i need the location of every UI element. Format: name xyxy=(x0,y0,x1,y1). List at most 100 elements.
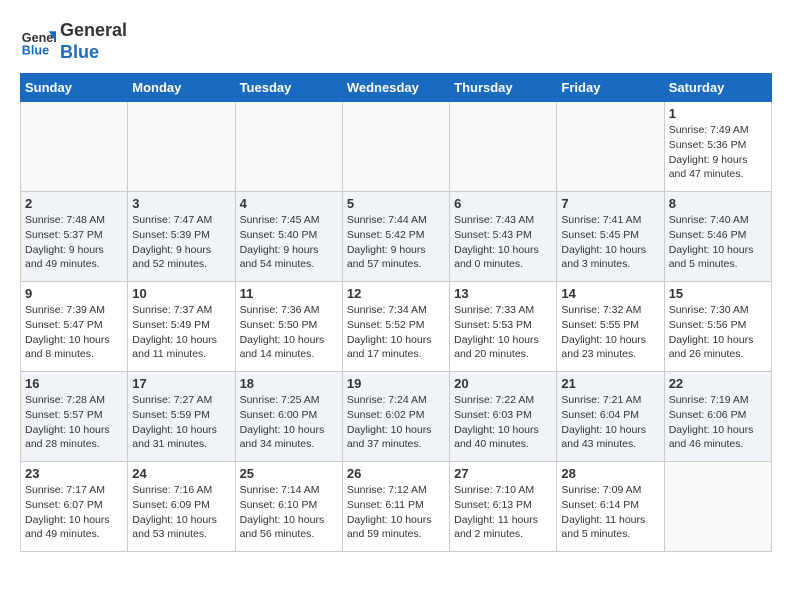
calendar-cell xyxy=(557,102,664,192)
day-number: 12 xyxy=(347,286,445,301)
day-number: 21 xyxy=(561,376,659,391)
calendar-cell: 14Sunrise: 7:32 AM Sunset: 5:55 PM Dayli… xyxy=(557,282,664,372)
day-number: 25 xyxy=(240,466,338,481)
page-header: General Blue General Blue xyxy=(20,20,772,63)
day-info: Sunrise: 7:12 AM Sunset: 6:11 PM Dayligh… xyxy=(347,483,445,542)
day-number: 18 xyxy=(240,376,338,391)
week-row-3: 16 Sunrise: 7:28 AM Sunset: 5:57 PM Dayli… xyxy=(21,372,772,462)
calendar-cell: 26 Sunrise: 7:12 AM Sunset: 6:11 PM Dayli… xyxy=(342,462,449,552)
day-info: Sunrise: 7:49 AM Sunset: 5:36 PM Dayligh… xyxy=(669,123,767,182)
calendar-cell: 20 Sunrise: 7:22 AM Sunset: 6:03 PM Dayli… xyxy=(450,372,557,462)
day-number: 17 xyxy=(132,376,230,391)
week-row-4: 23 Sunrise: 7:17 AM Sunset: 6:07 PM Dayli… xyxy=(21,462,772,552)
header-day-wednesday: Wednesday xyxy=(342,74,449,102)
calendar-cell: 8 Sunrise: 7:40 AM Sunset: 5:46 PM Daylig… xyxy=(664,192,771,282)
calendar-cell xyxy=(664,462,771,552)
header-day-friday: Friday xyxy=(557,74,664,102)
calendar-cell: 3 Sunrise: 7:47 AM Sunset: 5:39 PM Daylig… xyxy=(128,192,235,282)
svg-text:Blue: Blue xyxy=(22,43,49,57)
header-day-saturday: Saturday xyxy=(664,74,771,102)
logo: General Blue General Blue xyxy=(20,20,127,63)
day-number: 6 xyxy=(454,196,552,211)
calendar-cell: 25 Sunrise: 7:14 AM Sunset: 6:10 PM Dayli… xyxy=(235,462,342,552)
calendar-cell: 4Sunrise: 7:45 AM Sunset: 5:40 PM Daylig… xyxy=(235,192,342,282)
calendar-cell: 17 Sunrise: 7:27 AM Sunset: 5:59 PM Dayli… xyxy=(128,372,235,462)
day-number: 20 xyxy=(454,376,552,391)
day-info: Sunrise: 7:30 AM Sunset: 5:56 PM Dayligh… xyxy=(669,303,767,362)
calendar-cell: 27 Sunrise: 7:10 AM Sunset: 6:13 PM Dayli… xyxy=(450,462,557,552)
day-number: 16 xyxy=(25,376,123,391)
calendar-cell: 15 Sunrise: 7:30 AM Sunset: 5:56 PM Dayli… xyxy=(664,282,771,372)
day-info: Sunrise: 7:25 AM Sunset: 6:00 PM Dayligh… xyxy=(240,393,338,452)
day-number: 23 xyxy=(25,466,123,481)
day-info: Sunrise: 7:43 AM Sunset: 5:43 PM Dayligh… xyxy=(454,213,552,272)
day-number: 2 xyxy=(25,196,123,211)
day-number: 1 xyxy=(669,106,767,121)
day-info: Sunrise: 7:21 AM Sunset: 6:04 PM Dayligh… xyxy=(561,393,659,452)
day-number: 9 xyxy=(25,286,123,301)
calendar-cell: 22 Sunrise: 7:19 AM Sunset: 6:06 PM Dayli… xyxy=(664,372,771,462)
day-info: Sunrise: 7:17 AM Sunset: 6:07 PM Dayligh… xyxy=(25,483,123,542)
day-info: Sunrise: 7:22 AM Sunset: 6:03 PM Dayligh… xyxy=(454,393,552,452)
day-number: 7 xyxy=(561,196,659,211)
day-number: 26 xyxy=(347,466,445,481)
day-info: Sunrise: 7:47 AM Sunset: 5:39 PM Dayligh… xyxy=(132,213,230,272)
calendar-cell xyxy=(342,102,449,192)
calendar-cell: 2 Sunrise: 7:48 AM Sunset: 5:37 PM Daylig… xyxy=(21,192,128,282)
day-number: 8 xyxy=(669,196,767,211)
day-info: Sunrise: 7:40 AM Sunset: 5:46 PM Dayligh… xyxy=(669,213,767,272)
header-day-tuesday: Tuesday xyxy=(235,74,342,102)
day-info: Sunrise: 7:19 AM Sunset: 6:06 PM Dayligh… xyxy=(669,393,767,452)
day-info: Sunrise: 7:24 AM Sunset: 6:02 PM Dayligh… xyxy=(347,393,445,452)
day-number: 5 xyxy=(347,196,445,211)
calendar-cell: 21 Sunrise: 7:21 AM Sunset: 6:04 PM Dayli… xyxy=(557,372,664,462)
day-info: Sunrise: 7:28 AM Sunset: 5:57 PM Dayligh… xyxy=(25,393,123,452)
calendar-cell: 9 Sunrise: 7:39 AM Sunset: 5:47 PM Daylig… xyxy=(21,282,128,372)
day-info: Sunrise: 7:09 AM Sunset: 6:14 PM Dayligh… xyxy=(561,483,659,542)
day-info: Sunrise: 7:45 AM Sunset: 5:40 PM Dayligh… xyxy=(240,213,338,272)
day-info: Sunrise: 7:41 AM Sunset: 5:45 PM Dayligh… xyxy=(561,213,659,272)
calendar-header: SundayMondayTuesdayWednesdayThursdayFrid… xyxy=(21,74,772,102)
calendar-cell xyxy=(235,102,342,192)
logo-icon: General Blue xyxy=(20,24,56,60)
calendar-cell xyxy=(21,102,128,192)
day-info: Sunrise: 7:44 AM Sunset: 5:42 PM Dayligh… xyxy=(347,213,445,272)
calendar-cell: 12Sunrise: 7:34 AM Sunset: 5:52 PM Dayli… xyxy=(342,282,449,372)
calendar-cell: 5 Sunrise: 7:44 AM Sunset: 5:42 PM Daylig… xyxy=(342,192,449,282)
calendar-cell: 28 Sunrise: 7:09 AM Sunset: 6:14 PM Dayli… xyxy=(557,462,664,552)
day-info: Sunrise: 7:48 AM Sunset: 5:37 PM Dayligh… xyxy=(25,213,123,272)
day-info: Sunrise: 7:33 AM Sunset: 5:53 PM Dayligh… xyxy=(454,303,552,362)
calendar-cell: 1 Sunrise: 7:49 AM Sunset: 5:36 PM Daylig… xyxy=(664,102,771,192)
calendar-cell: 10Sunrise: 7:37 AM Sunset: 5:49 PM Dayli… xyxy=(128,282,235,372)
calendar-cell: 11Sunrise: 7:36 AM Sunset: 5:50 PM Dayli… xyxy=(235,282,342,372)
day-info: Sunrise: 7:27 AM Sunset: 5:59 PM Dayligh… xyxy=(132,393,230,452)
day-info: Sunrise: 7:16 AM Sunset: 6:09 PM Dayligh… xyxy=(132,483,230,542)
day-number: 28 xyxy=(561,466,659,481)
day-number: 19 xyxy=(347,376,445,391)
day-number: 27 xyxy=(454,466,552,481)
week-row-2: 9 Sunrise: 7:39 AM Sunset: 5:47 PM Daylig… xyxy=(21,282,772,372)
header-row: SundayMondayTuesdayWednesdayThursdayFrid… xyxy=(21,74,772,102)
calendar-cell: 13 Sunrise: 7:33 AM Sunset: 5:53 PM Dayli… xyxy=(450,282,557,372)
calendar-body: 1 Sunrise: 7:49 AM Sunset: 5:36 PM Daylig… xyxy=(21,102,772,552)
calendar-cell: 16 Sunrise: 7:28 AM Sunset: 5:57 PM Dayli… xyxy=(21,372,128,462)
day-number: 14 xyxy=(561,286,659,301)
calendar-cell xyxy=(450,102,557,192)
calendar-cell xyxy=(128,102,235,192)
day-number: 15 xyxy=(669,286,767,301)
header-day-thursday: Thursday xyxy=(450,74,557,102)
day-info: Sunrise: 7:10 AM Sunset: 6:13 PM Dayligh… xyxy=(454,483,552,542)
header-day-monday: Monday xyxy=(128,74,235,102)
day-number: 22 xyxy=(669,376,767,391)
day-info: Sunrise: 7:39 AM Sunset: 5:47 PM Dayligh… xyxy=(25,303,123,362)
week-row-0: 1 Sunrise: 7:49 AM Sunset: 5:36 PM Daylig… xyxy=(21,102,772,192)
calendar-cell: 23 Sunrise: 7:17 AM Sunset: 6:07 PM Dayli… xyxy=(21,462,128,552)
day-number: 11 xyxy=(240,286,338,301)
calendar-cell: 24 Sunrise: 7:16 AM Sunset: 6:09 PM Dayli… xyxy=(128,462,235,552)
day-number: 13 xyxy=(454,286,552,301)
calendar-cell: 7 Sunrise: 7:41 AM Sunset: 5:45 PM Daylig… xyxy=(557,192,664,282)
calendar-cell: 18 Sunrise: 7:25 AM Sunset: 6:00 PM Dayli… xyxy=(235,372,342,462)
day-number: 3 xyxy=(132,196,230,211)
day-number: 24 xyxy=(132,466,230,481)
day-info: Sunrise: 7:14 AM Sunset: 6:10 PM Dayligh… xyxy=(240,483,338,542)
